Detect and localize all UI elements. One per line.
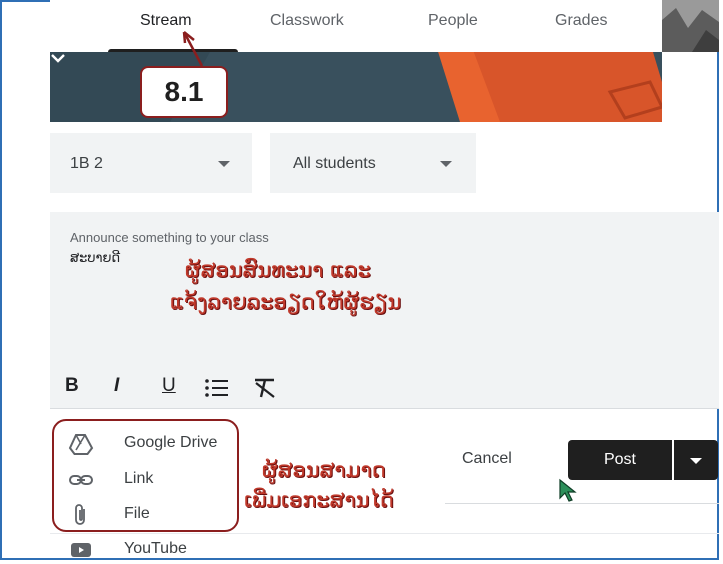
announce-placeholder: Announce something to your class bbox=[70, 230, 269, 245]
audience-select-value: All students bbox=[293, 155, 376, 172]
divider bbox=[50, 533, 719, 534]
annotation-discuss: ຜູ້ສອນສົນທະນາ ແລະ bbox=[185, 258, 371, 282]
caret-down-icon bbox=[690, 458, 702, 464]
tab-classwork[interactable]: Classwork bbox=[270, 12, 344, 30]
clear-formatting-icon[interactable] bbox=[252, 377, 278, 399]
annotation-details: ແຈ້ງລາຍລະອຽດໃຫ້ຜູ້ຮຽນ bbox=[170, 290, 402, 314]
class-tabs: Stream Classwork People Grades bbox=[50, 0, 662, 53]
announce-text[interactable]: ສະບາຍດີ bbox=[70, 250, 120, 266]
class-select[interactable]: 1B 2 bbox=[50, 133, 252, 193]
youtube-icon bbox=[71, 543, 91, 557]
link-icon bbox=[69, 475, 93, 485]
italic-button[interactable]: I bbox=[114, 375, 119, 397]
cancel-button[interactable]: Cancel bbox=[462, 450, 512, 468]
class-select-value: 1B 2 bbox=[70, 155, 103, 172]
audience-select[interactable]: All students bbox=[270, 133, 476, 193]
tab-stream[interactable]: Stream bbox=[140, 12, 192, 30]
drive-icon bbox=[68, 434, 94, 455]
attach-label: File bbox=[124, 505, 150, 522]
bold-button[interactable]: B bbox=[65, 375, 79, 397]
post-options-button[interactable] bbox=[674, 440, 718, 480]
callout-arrow bbox=[182, 31, 204, 67]
attach-label: Google Drive bbox=[124, 434, 218, 451]
caret-down-icon bbox=[440, 161, 452, 167]
post-button[interactable]: Post bbox=[568, 440, 672, 480]
tab-people[interactable]: People bbox=[428, 12, 478, 30]
header-corner bbox=[662, 0, 719, 52]
attach-label: Link bbox=[124, 470, 154, 487]
mouse-cursor-icon bbox=[559, 478, 577, 502]
bulleted-list-icon[interactable] bbox=[204, 378, 230, 398]
paperclip-icon bbox=[75, 504, 85, 525]
underline-button[interactable]: U bbox=[162, 375, 176, 397]
format-toolbar: B I U bbox=[50, 370, 719, 409]
tab-grades[interactable]: Grades bbox=[555, 12, 607, 30]
attach-label: YouTube bbox=[124, 540, 187, 557]
annotation-can: ຜູ້ສອນສາມາດ bbox=[262, 458, 386, 482]
annotation-add-docs: ເພີ່ມເອກະສານໄດ້ bbox=[244, 488, 394, 512]
chevron-down-icon[interactable] bbox=[50, 52, 66, 64]
caret-down-icon bbox=[218, 161, 230, 167]
divider bbox=[445, 503, 719, 504]
step-callout: 8.1 bbox=[140, 66, 228, 118]
